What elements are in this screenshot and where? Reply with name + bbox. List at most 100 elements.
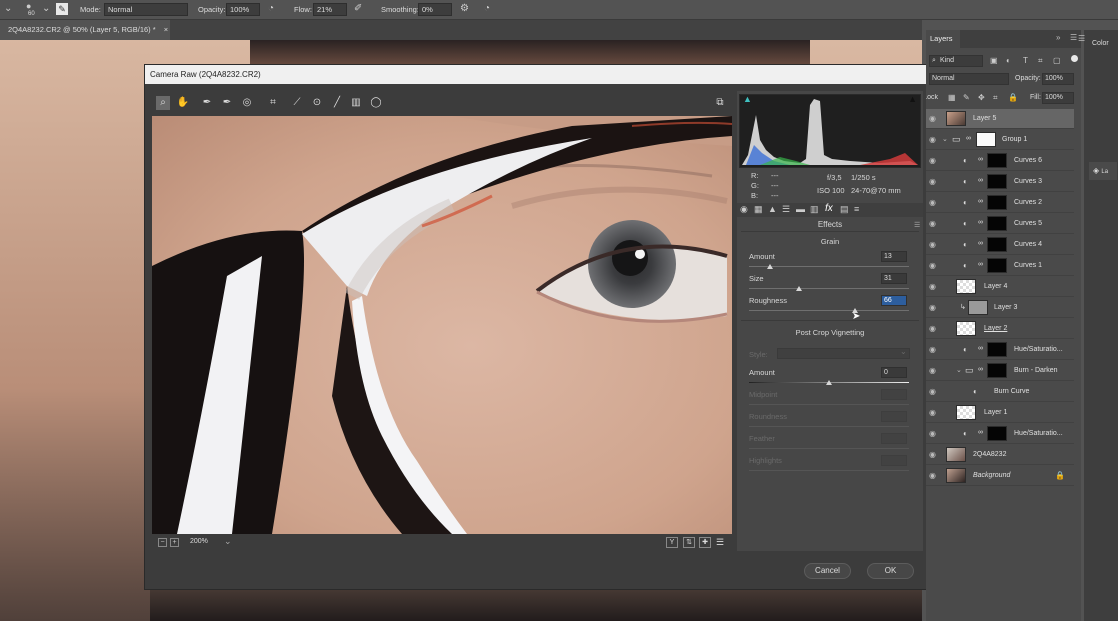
close-icon[interactable]: ×	[164, 25, 168, 34]
camera-calibration-tab-icon[interactable]: ▤	[840, 204, 849, 215]
grain-size-slider[interactable]	[749, 288, 909, 289]
ok-button[interactable]: OK	[867, 563, 914, 579]
vignette-amount-thumb[interactable]	[826, 380, 832, 385]
zoom-in-icon[interactable]: +	[170, 538, 179, 547]
swap-settings-icon[interactable]: ⇅	[683, 537, 695, 548]
pressure-opacity-icon[interactable]: ◔	[268, 3, 274, 14]
visibility-eye-icon[interactable]: ◉	[929, 408, 936, 417]
tab-layers[interactable]: Layers	[926, 30, 960, 48]
group-expand-chevron-icon[interactable]: ⌄	[956, 366, 962, 374]
hand-icon[interactable]: ✋	[176, 96, 190, 110]
before-after-icon[interactable]: Y	[666, 537, 678, 548]
layer-row-curves-3[interactable]: ◉ ◐ ∞ Curves 3	[926, 172, 1074, 192]
zoom-level[interactable]: 200%	[190, 538, 208, 545]
layer-row-layer-1[interactable]: ◉ Layer 1	[926, 403, 1074, 423]
grain-roughness-field[interactable]: 66	[881, 295, 907, 306]
layer-row-hue-saturation[interactable]: ◉ ◐ ∞ Hue/Saturatio...	[926, 340, 1074, 360]
layer-name[interactable]: Layer 4	[984, 283, 1007, 290]
targeted-adjust-icon[interactable]: ◎	[240, 96, 254, 110]
layer-name[interactable]: Burn - Darken	[1014, 367, 1058, 374]
filter-smart-object-icon[interactable]: ▢	[1053, 56, 1061, 65]
layer-name[interactable]: Layer 1	[984, 409, 1007, 416]
visibility-eye-icon[interactable]: ◉	[929, 156, 936, 165]
presets-tab-icon[interactable]: ≡	[854, 204, 859, 214]
filter-type-icon[interactable]: T	[1023, 56, 1028, 65]
layer-row-smart-object[interactable]: ◉ 2Q4A8232	[926, 445, 1074, 465]
straighten-icon[interactable]: ⟋	[290, 96, 304, 110]
visibility-eye-icon[interactable]: ◉	[929, 429, 936, 438]
filter-adjustment-icon[interactable]: ◐	[1006, 56, 1011, 65]
layer-row-layer-5[interactable]: ◉ Layer 5	[926, 109, 1074, 129]
flow-field[interactable]: 21%	[313, 3, 347, 16]
crop-icon[interactable]: ⌗	[266, 96, 280, 110]
shadow-clipping-icon[interactable]: ▲	[743, 94, 752, 104]
visibility-eye-icon[interactable]: ◉	[929, 387, 936, 396]
collapse-panel-icon[interactable]: »	[1056, 33, 1060, 42]
layer-row-curves-4[interactable]: ◉ ◐ ∞ Curves 4	[926, 235, 1074, 255]
filter-kind-select[interactable]: ⌕ Kind	[929, 55, 983, 67]
brush-tip-icon[interactable]: ●	[26, 1, 31, 11]
layer-row-curves-2[interactable]: ◉ ◐ ∞ Curves 2	[926, 193, 1074, 213]
lens-corrections-tab-icon[interactable]: ▥	[810, 204, 819, 215]
layer-name[interactable]: Layer 3	[994, 304, 1017, 311]
layer-name[interactable]: Burn Curve	[994, 388, 1029, 395]
layer-name[interactable]: Layer 2	[984, 325, 1007, 332]
opacity-field[interactable]: 100%	[226, 3, 260, 16]
layer-name[interactable]: Curves 1	[1014, 262, 1042, 269]
layer-row-layer-3[interactable]: ◉ ↳ Layer 3	[926, 298, 1074, 318]
hsl-tab-icon[interactable]: ☰	[782, 204, 790, 215]
red-eye-icon[interactable]: ⊙	[310, 96, 324, 110]
brush-settings-icon[interactable]: ✎	[56, 3, 68, 15]
layer-row-layer-4[interactable]: ◉ Layer 4	[926, 277, 1074, 297]
visibility-eye-icon[interactable]: ◉	[929, 219, 936, 228]
visibility-eye-icon[interactable]: ◉	[929, 177, 936, 186]
layer-opacity-field[interactable]: 100%	[1042, 73, 1074, 85]
open-preferences-icon[interactable]: ⧉	[713, 96, 727, 110]
zoom-dropdown-icon[interactable]: ⌄	[224, 536, 232, 547]
lock-all-icon[interactable]: 🔒	[1008, 93, 1018, 102]
radial-filter-icon[interactable]: ◯	[369, 96, 383, 110]
grain-amount-field[interactable]: 13	[881, 251, 907, 262]
pressure-size-icon[interactable]: ◔	[484, 3, 490, 14]
layer-row-background[interactable]: ◉ Background 🔒	[926, 466, 1074, 486]
copy-settings-icon[interactable]: ✚	[699, 537, 711, 548]
fill-field[interactable]: 100%	[1042, 92, 1074, 104]
image-preview[interactable]	[152, 116, 732, 534]
detail-tab-icon[interactable]: ▲	[768, 204, 777, 214]
grain-size-thumb[interactable]	[795, 286, 802, 291]
visibility-eye-icon[interactable]: ◉	[929, 135, 936, 144]
cancel-button[interactable]: Cancel	[804, 563, 851, 579]
filter-pixel-icon[interactable]: ▣	[990, 56, 998, 65]
layer-row-curves-1[interactable]: ◉ ◐ ∞ Curves 1	[926, 256, 1074, 276]
preview-preferences-icon[interactable]: ☰	[716, 537, 724, 548]
layer-row-layer-2[interactable]: ◉ Layer 2	[926, 319, 1074, 339]
style-dropdown-icon[interactable]: ⌄	[900, 347, 907, 356]
airbrush-icon[interactable]: ✐	[354, 3, 362, 14]
layer-row-group-1[interactable]: ◉ ⌄ ▭ ∞ Group 1	[926, 130, 1074, 150]
document-tab[interactable]: 2Q4A8232.CR2 @ 50% (Layer 5, RGB/16) * ×	[0, 20, 170, 40]
layer-row-burn-curve[interactable]: ◉ ◐ Burn Curve	[926, 382, 1074, 402]
lock-position-icon[interactable]: ✥	[978, 93, 985, 102]
group-expand-chevron-icon[interactable]: ⌄	[942, 135, 948, 143]
layer-name[interactable]: Curves 5	[1014, 220, 1042, 227]
color-sampler-icon[interactable]: ✒	[220, 96, 234, 110]
basic-tab-icon[interactable]: ◉	[740, 204, 748, 215]
vignette-amount-field[interactable]: 0	[881, 367, 907, 378]
layer-name[interactable]: Curves 4	[1014, 241, 1042, 248]
visibility-eye-icon[interactable]: ◉	[929, 303, 936, 312]
zoom-out-icon[interactable]: −	[158, 538, 167, 547]
tone-curve-tab-icon[interactable]: ▦	[754, 204, 763, 215]
layer-name[interactable]: Hue/Saturatio...	[1014, 346, 1063, 353]
lock-image-icon[interactable]: ✎	[963, 93, 970, 102]
visibility-eye-icon[interactable]: ◉	[929, 261, 936, 270]
color-panel-tab[interactable]: Color	[1092, 40, 1109, 47]
layers-panel-tab[interactable]: ◈ La	[1089, 162, 1117, 180]
layer-name[interactable]: Layer 5	[973, 115, 996, 122]
layer-name[interactable]: Curves 3	[1014, 178, 1042, 185]
visibility-eye-icon[interactable]: ◉	[929, 114, 936, 123]
layer-name[interactable]: Curves 2	[1014, 199, 1042, 206]
layer-name[interactable]: Hue/Saturatio...	[1014, 430, 1063, 437]
white-balance-icon[interactable]: ✒	[200, 96, 214, 110]
adjustment-brush-icon[interactable]: ╱	[330, 96, 344, 110]
visibility-eye-icon[interactable]: ◉	[929, 240, 936, 249]
